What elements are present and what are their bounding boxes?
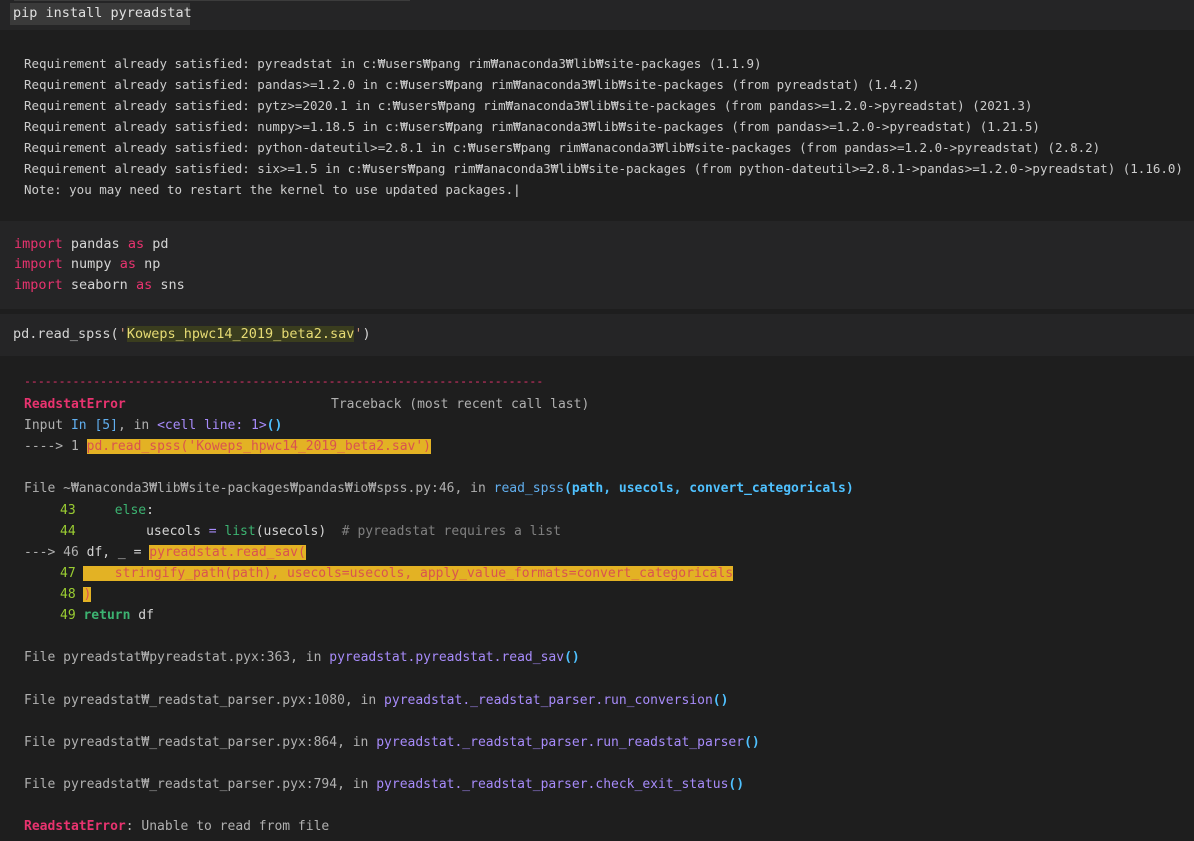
cell-3-input[interactable]: pd.read_spss('Koweps_hpwc14_2019_beta2.s… bbox=[0, 314, 1194, 356]
output-line: Requirement already satisfied: pandas>=1… bbox=[24, 77, 920, 92]
traceback-header-right: Traceback (most recent call last) bbox=[331, 397, 590, 412]
cell-2-input[interactable]: import pandas as pd import numpy as np i… bbox=[0, 221, 1194, 309]
output-line: Requirement already satisfied: pytz>=202… bbox=[24, 98, 1033, 113]
code-line: pd.read_spss('Koweps_hpwc14_2019_beta2.s… bbox=[13, 326, 371, 342]
file-frame-line: File pyreadstat₩pyreadstat.pyx:363, in p… bbox=[24, 650, 580, 665]
output-line: Requirement already satisfied: numpy>=1.… bbox=[24, 119, 1040, 134]
cell-1-input[interactable]: pip install pyreadstat bbox=[0, 0, 1194, 30]
file-frame-line: File pyreadstat₩_readstat_parser.pyx:794… bbox=[24, 777, 745, 792]
code-line-48: 48 ) bbox=[60, 587, 92, 602]
code-line-49: 49 return df bbox=[60, 608, 154, 623]
traceback-header: ReadstatError bbox=[24, 397, 126, 412]
cell-1-output: Requirement already satisfied: pyreadsta… bbox=[0, 30, 1194, 220]
file-frame-line: File pyreadstat₩_readstat_parser.pyx:108… bbox=[24, 693, 729, 708]
code-line-44: 44 usecols = list(usecols) # pyreadstat … bbox=[60, 524, 561, 539]
traceback-output: ----------------------------------------… bbox=[0, 356, 1194, 841]
code-line: import seaborn as sns bbox=[14, 277, 185, 293]
code-line-46: ---> 46 df, _ = pyreadstat.read_sav( bbox=[24, 545, 306, 560]
file-frame-line: File pyreadstat₩_readstat_parser.pyx:864… bbox=[24, 735, 760, 750]
final-error-line: ReadstatError: Unable to read from file bbox=[24, 819, 330, 834]
code-line: import numpy as np bbox=[14, 256, 161, 272]
traceback-separator: ----------------------------------------… bbox=[24, 374, 544, 388]
code-line-47: 47 stringify_path(path), usecols=usecols… bbox=[60, 566, 734, 581]
output-line: Requirement already satisfied: python-da… bbox=[24, 140, 1101, 155]
code-line: import pandas as pd bbox=[14, 236, 169, 252]
pip-command[interactable]: pip install pyreadstat bbox=[13, 5, 192, 21]
highlight-code: pd.read_spss('Koweps_hpwc14_2019_beta2.s… bbox=[86, 439, 431, 454]
output-line: Requirement already satisfied: six>=1.5 … bbox=[24, 161, 1183, 176]
input-line: Input In [5], in <cell line: 1>() bbox=[24, 418, 283, 433]
cell-divider bbox=[14, 0, 410, 1]
output-line: Requirement already satisfied: pyreadsta… bbox=[24, 56, 762, 71]
arrow-line: ----> 1 pd.read_spss('Koweps_hpwc14_2019… bbox=[24, 439, 431, 454]
code-line-43: 43 else: bbox=[60, 503, 154, 518]
output-line-note: Note: you may need to restart the kernel… bbox=[24, 182, 521, 197]
file-frame-line: File ~₩anaconda3₩lib₩site-packages₩panda… bbox=[24, 481, 854, 496]
filename-string: Koweps_hpwc14_2019_beta2.sav bbox=[126, 326, 355, 342]
